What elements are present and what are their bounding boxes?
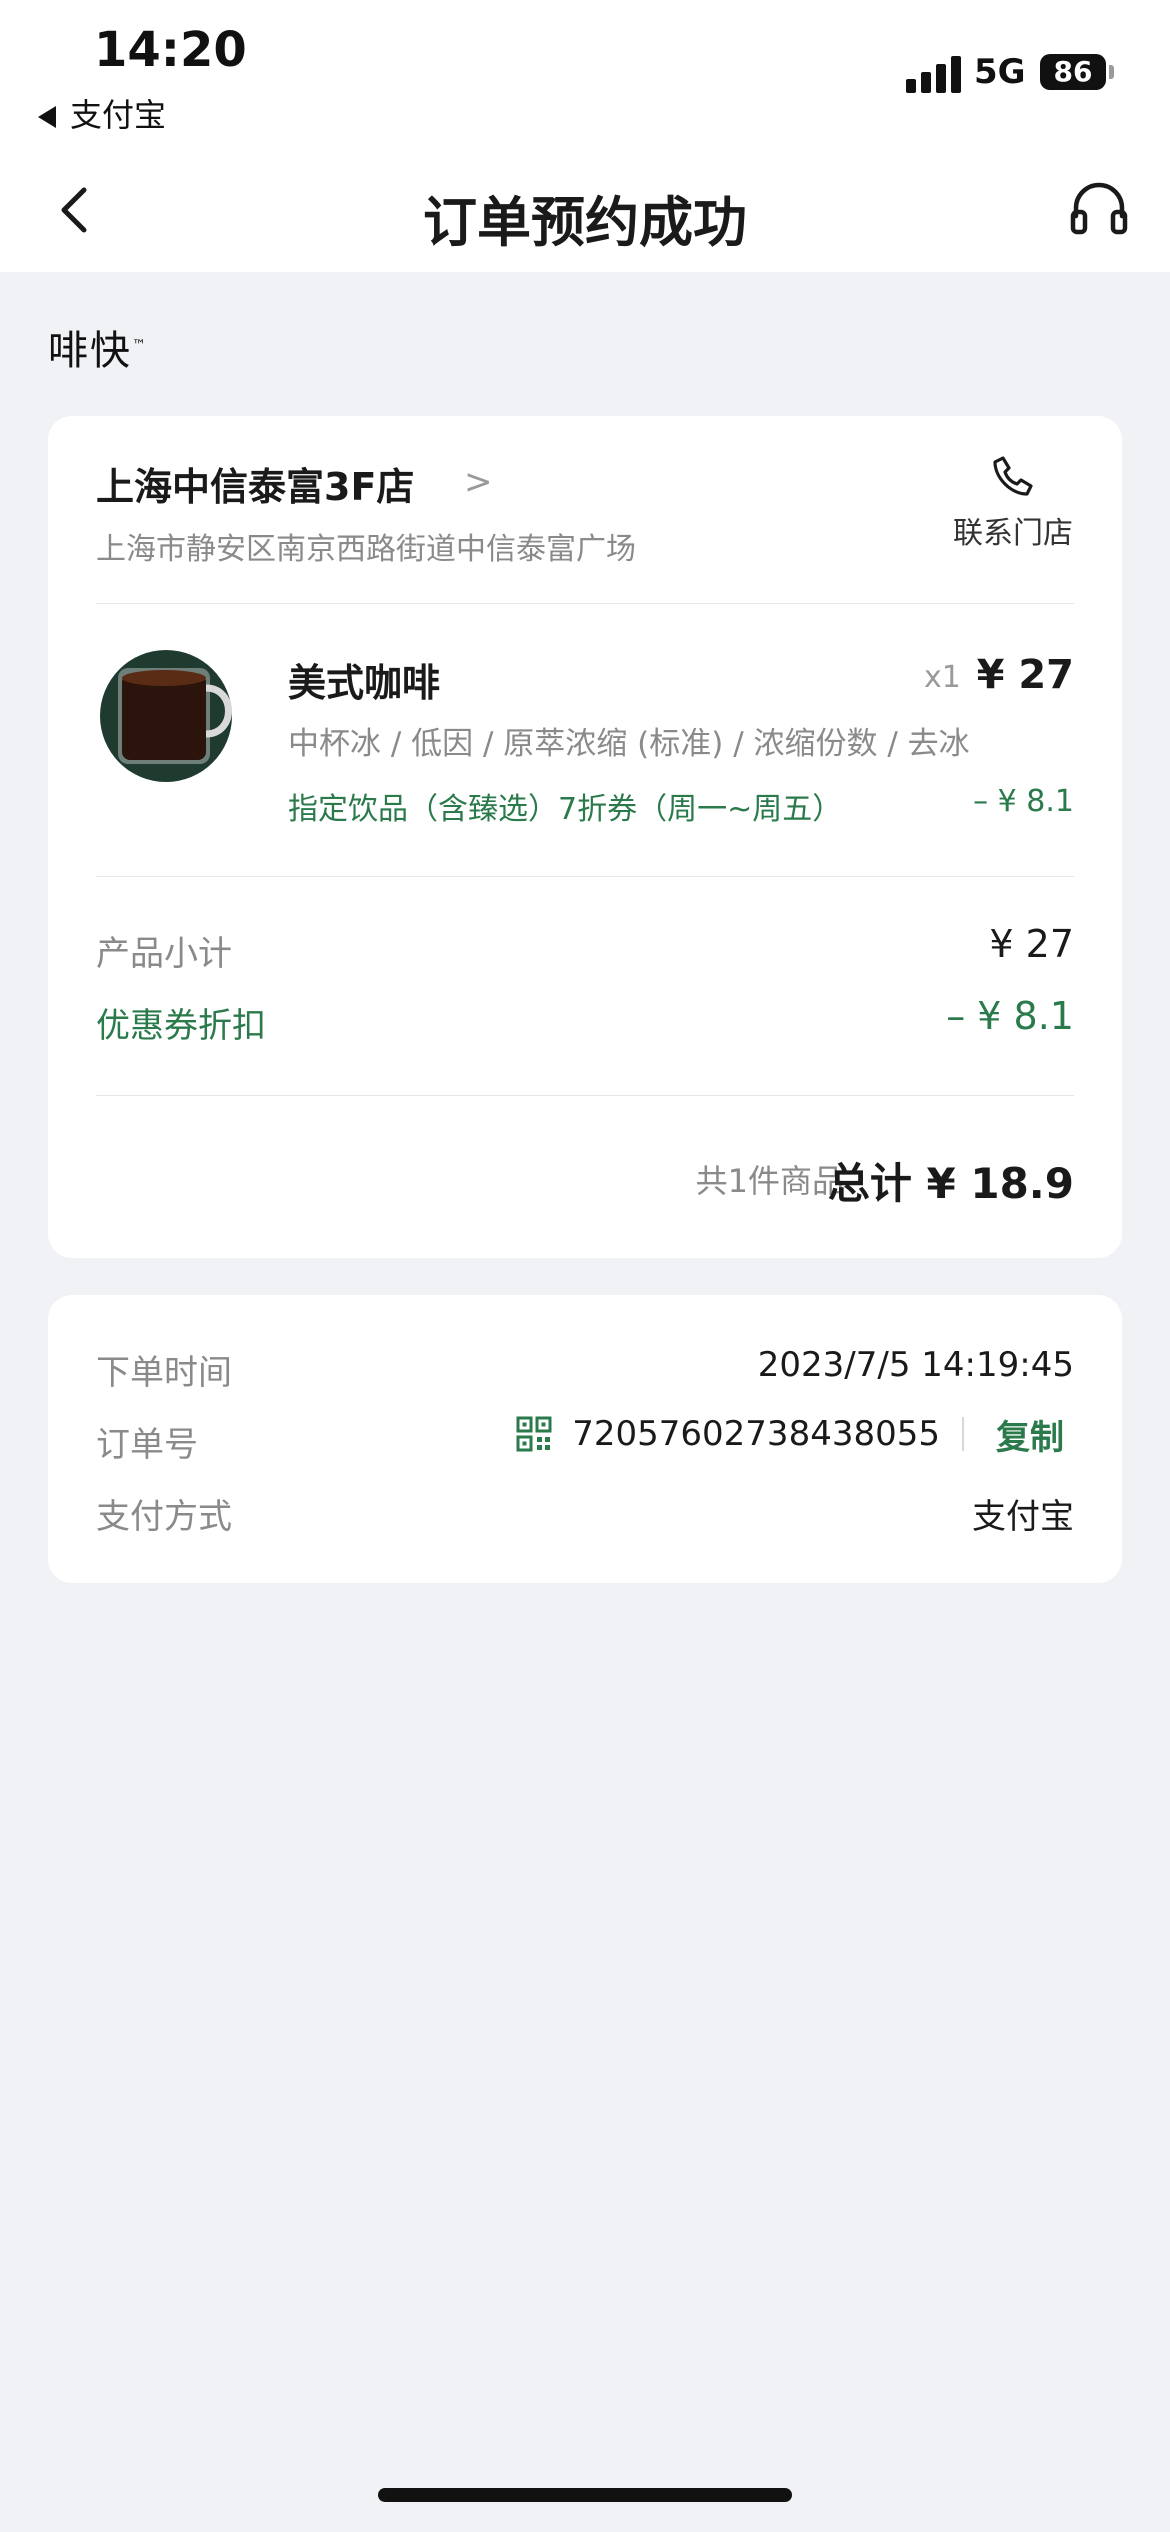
headset-icon[interactable]	[1068, 178, 1130, 240]
coupon-name: 指定饮品（含臻选）7折券（周一~周五）	[288, 792, 843, 827]
signal-icon	[906, 55, 962, 93]
order-number-row: 72057602738438055 复制	[516, 1409, 1074, 1459]
back-triangle-icon	[38, 106, 56, 128]
coffee-cup-image	[100, 650, 232, 782]
qr-code-icon[interactable]	[516, 1416, 552, 1452]
contact-store-button[interactable]: 联系门店	[928, 452, 1098, 552]
divider	[96, 1095, 1074, 1096]
product-quantity: x1	[924, 660, 961, 695]
order-time-label: 下单时间	[96, 1353, 232, 1393]
separator	[962, 1417, 964, 1451]
battery-icon: 86	[1040, 54, 1106, 90]
brand-name: 啡快	[48, 328, 132, 374]
order-time-value: 2023/7/5 14:19:45	[757, 1345, 1074, 1385]
discount-label: 优惠券折扣	[96, 1006, 266, 1046]
divider	[96, 603, 1074, 604]
subtotal-value: ¥ 27	[989, 922, 1074, 966]
order-total: 总计 ¥ 18.9	[827, 1159, 1074, 1208]
order-info-card: 下单时间 2023/7/5 14:19:45 订单号 7205760273843…	[48, 1295, 1122, 1583]
payment-method-label: 支付方式	[96, 1497, 232, 1537]
order-card: 上海中信泰富3F店 > 上海市静安区南京西路街道中信泰富广场 联系门店 美式咖啡…	[48, 416, 1122, 1258]
navigation-bar: 订单预约成功	[0, 150, 1170, 272]
product-name: 美式咖啡	[288, 661, 441, 705]
order-number-label: 订单号	[96, 1425, 198, 1465]
subtotal-label: 产品小计	[96, 934, 232, 974]
phone-icon	[993, 456, 1033, 496]
chevron-right-icon[interactable]: >	[464, 462, 493, 502]
copy-button[interactable]: 复制	[986, 1410, 1074, 1459]
brand-logo: 啡快™	[48, 318, 148, 376]
trademark-mark: ™	[132, 337, 148, 354]
battery-nub	[1109, 65, 1114, 79]
network-type: 5G	[974, 52, 1026, 92]
order-number-value: 72057602738438055	[572, 1414, 940, 1454]
status-time: 14:20	[94, 22, 247, 78]
product-spec: 中杯冰 / 低因 / 原萃浓缩 (标准) / 浓缩份数 / 去冰	[288, 726, 970, 762]
status-bar: 14:20 支付宝 5G 86	[0, 0, 1170, 150]
item-count: 共1件商品	[695, 1162, 844, 1200]
coupon-value: – ¥ 8.1	[973, 784, 1074, 819]
page-title: 订单预约成功	[423, 191, 747, 254]
store-name[interactable]: 上海中信泰富3F店	[96, 456, 414, 511]
contact-store-label: 联系门店	[953, 516, 1073, 551]
product-price: ¥ 27	[976, 652, 1074, 698]
back-to-app-button[interactable]: 支付宝	[38, 90, 166, 136]
discount-value: – ¥ 8.1	[946, 994, 1074, 1038]
home-indicator[interactable]	[378, 2488, 792, 2502]
back-app-label: 支付宝	[70, 96, 167, 134]
store-address: 上海市静安区南京西路街道中信泰富广场	[96, 532, 636, 567]
divider	[96, 876, 1074, 877]
payment-method-value: 支付宝	[972, 1497, 1074, 1537]
